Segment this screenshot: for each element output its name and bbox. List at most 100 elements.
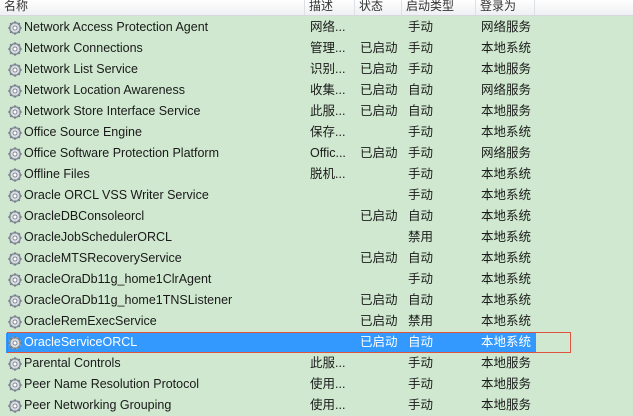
service-row[interactable]: Offline Files 脱机... 手动 本地系统	[0, 164, 633, 185]
service-row[interactable]: Office Source Engine 保存... 手动 本地系统	[0, 122, 633, 143]
service-name: Offline Files	[24, 167, 90, 181]
service-logon-as: 本地系统	[481, 335, 532, 349]
service-row[interactable]: Network List Service 识别... 已启动 手动 本地服务	[0, 59, 633, 80]
service-logon-as: 本地系统	[481, 125, 532, 139]
service-row[interactable]: Peer Name Resolution Protocol 使用... 手动 本地服务	[0, 374, 633, 395]
service-startup-type: 手动	[408, 20, 434, 34]
service-startup-type: 手动	[408, 146, 434, 160]
service-status	[360, 122, 402, 143]
service-status: 已启动	[360, 335, 398, 349]
service-row[interactable]: OracleDBConsoleorcl 已启动 自动 本地系统	[0, 206, 633, 227]
column-header-logon-as[interactable]: 登录为	[476, 0, 535, 15]
service-description: 脱机...	[310, 167, 346, 181]
service-row[interactable]: OracleJobSchedulerORCL 禁用 本地系统	[0, 227, 633, 248]
service-logon-as: 本地系统	[481, 251, 532, 265]
gear-icon	[8, 294, 22, 308]
service-row[interactable]: Network Store Interface Service 此服... 已启动自…	[0, 101, 633, 122]
service-logon-as: 本地系统	[481, 209, 532, 223]
service-description	[310, 269, 354, 290]
service-description: 识别...	[310, 62, 346, 76]
service-logon-as: 网络服务	[481, 83, 532, 97]
service-row[interactable]: OracleOraDb11g_home1ClrAgent 手动 本地系统	[0, 269, 633, 290]
service-logon-as: 本地系统	[481, 41, 532, 55]
service-icon-cell	[7, 248, 23, 269]
gear-icon	[8, 147, 22, 161]
gear-icon	[8, 210, 22, 224]
service-startup-type: 手动	[408, 356, 434, 370]
service-status	[360, 374, 402, 395]
service-description: 收集...	[310, 83, 346, 97]
service-description: 网络...	[310, 20, 346, 34]
service-startup-type: 手动	[408, 62, 434, 76]
service-icon-cell	[7, 101, 23, 122]
gear-icon	[8, 399, 22, 413]
service-logon-as: 本地服务	[481, 356, 532, 370]
service-status: 已启动	[360, 62, 398, 76]
service-name: Network Location Awareness	[24, 83, 185, 97]
service-icon-cell	[7, 164, 23, 185]
gear-icon	[8, 168, 22, 182]
service-description: 此服...	[310, 356, 346, 370]
service-description	[310, 332, 354, 353]
service-status: 已启动	[360, 146, 398, 160]
service-logon-as: 本地系统	[481, 188, 532, 202]
column-header-status[interactable]: 状态	[355, 0, 402, 15]
service-status	[360, 17, 402, 38]
service-status	[360, 353, 402, 374]
service-logon-as: 网络服务	[481, 20, 532, 34]
column-header-startup-type[interactable]: 启动类型	[402, 0, 476, 15]
gear-icon	[8, 126, 22, 140]
gear-icon	[8, 273, 22, 287]
service-description: 使用...	[310, 377, 346, 391]
gear-icon	[8, 231, 22, 245]
service-row[interactable]: OracleServiceORCL 已启动 自动 本地系统	[0, 332, 633, 353]
service-icon-cell	[7, 206, 23, 227]
service-name: Peer Name Resolution Protocol	[24, 377, 200, 391]
service-row[interactable]: Parental Controls 此服... 手动 本地服务	[0, 353, 633, 374]
service-icon-cell	[7, 374, 23, 395]
service-row[interactable]: Network Location Awareness 收集... 已启动 自动 网络服务	[0, 80, 633, 101]
service-description	[310, 311, 354, 332]
service-row[interactable]: Network Connections 管理... 已启动 手动 本地系统	[0, 38, 633, 59]
service-startup-type: 自动	[408, 104, 434, 118]
service-name: Network List Service	[24, 62, 138, 76]
service-name: OracleJobSchedulerORCL	[24, 230, 172, 244]
service-status: 已启动	[360, 104, 398, 118]
service-description: Offic...	[310, 146, 346, 160]
service-description: 此服...	[310, 104, 346, 118]
column-header-description[interactable]: 描述	[305, 0, 355, 15]
service-startup-type: 手动	[408, 41, 434, 55]
service-name: OracleServiceORCL	[24, 335, 138, 349]
column-header-spacer	[535, 0, 633, 15]
column-header-name[interactable]: 名称	[0, 0, 305, 15]
service-startup-type: 禁用	[408, 230, 434, 244]
service-logon-as: 本地系统	[481, 230, 532, 244]
service-logon-as: 本地系统	[481, 314, 532, 328]
service-row[interactable]: Network Access Protection Agent 网络... 手动 网络…	[0, 17, 633, 38]
service-row[interactable]: OracleRemExecService 已启动 禁用 本地系统	[0, 311, 633, 332]
service-icon-cell	[7, 353, 23, 374]
service-row[interactable]: Office Software Protection Platform Offic…	[0, 143, 633, 164]
gear-icon	[8, 189, 22, 203]
gear-icon	[8, 105, 22, 119]
service-row[interactable]: OracleOraDb11g_home1TNSListener 已启动 自动 本地系统	[0, 290, 633, 311]
gear-icon	[8, 42, 22, 56]
service-status: 已启动	[360, 293, 398, 307]
gear-icon	[8, 252, 22, 266]
service-row[interactable]: Oracle ORCL VSS Writer Service 手动 本地系统	[0, 185, 633, 206]
service-startup-type: 手动	[408, 188, 434, 202]
service-name: Network Connections	[24, 41, 143, 55]
service-icon-cell	[7, 59, 23, 80]
service-name: Network Access Protection Agent	[24, 20, 209, 34]
service-startup-type: 自动	[408, 293, 434, 307]
service-startup-type: 手动	[408, 272, 434, 286]
service-icon-cell	[7, 185, 23, 206]
service-icon-cell	[7, 311, 23, 332]
service-description	[310, 290, 354, 311]
service-startup-type: 手动	[408, 377, 434, 391]
service-status	[360, 269, 402, 290]
gear-icon	[8, 63, 22, 77]
service-startup-type: 自动	[408, 335, 434, 349]
service-row[interactable]: OracleMTSRecoveryService 已启动 自动 本地系统	[0, 248, 633, 269]
service-logon-as: 本地系统	[481, 272, 532, 286]
